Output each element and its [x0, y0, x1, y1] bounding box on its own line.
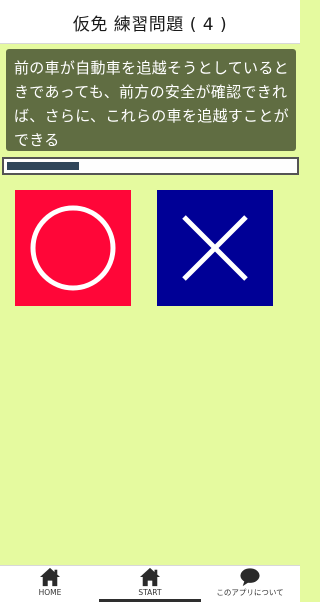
- question-text: 前の車が自動車を追越そうとしているときであっても、前方の安全が確認できれば、さら…: [14, 59, 289, 149]
- home-icon: [140, 567, 160, 587]
- nav-home-label: HOME: [38, 588, 62, 597]
- nav-about-label: このアプリについて: [216, 588, 284, 597]
- circle-icon: [30, 205, 116, 291]
- nav-home[interactable]: HOME: [0, 567, 100, 602]
- progress-fill: [7, 162, 79, 170]
- nav-about[interactable]: このアプリについて: [200, 567, 300, 602]
- cross-icon: [182, 215, 248, 281]
- page-title: 仮免 練習問題 ( 4 ): [72, 15, 228, 35]
- answer-correct-button[interactable]: [15, 190, 131, 306]
- nav-start-label: START: [138, 588, 162, 597]
- question-box: 前の車が自動車を追越そうとしているときであっても、前方の安全が確認できれば、さら…: [6, 49, 296, 151]
- home-icon: [40, 567, 60, 587]
- chat-bubble-icon: [240, 568, 260, 587]
- nav-start[interactable]: START: [100, 567, 200, 602]
- answer-wrong-button[interactable]: [157, 190, 273, 306]
- app-header: 仮免 練習問題 ( 4 ): [0, 0, 300, 44]
- progress-bar: [2, 157, 299, 175]
- bottom-nav: HOME START このアプリについて: [0, 565, 300, 602]
